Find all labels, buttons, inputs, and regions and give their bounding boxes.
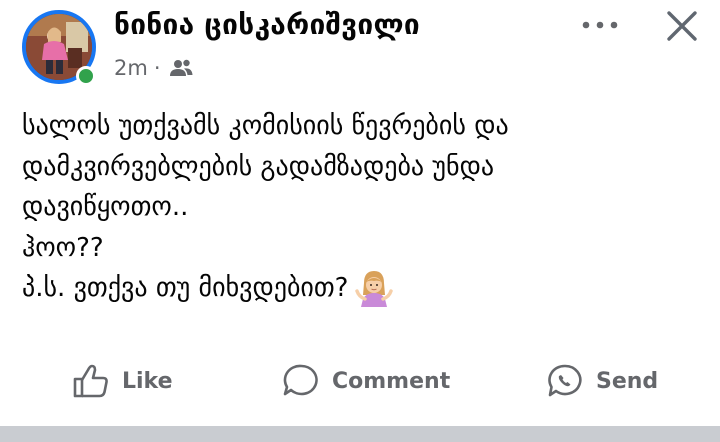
online-status-indicator (76, 66, 96, 86)
comment-button[interactable]: Comment (282, 354, 450, 408)
post-text-last-line: პ.ს. ვთქვა თუ მიხვდებით? (22, 268, 702, 309)
messenger-send-icon (548, 364, 582, 397)
friends-icon (169, 59, 193, 76)
more-options-icon[interactable] (578, 12, 622, 38)
thumbs-up-icon (73, 364, 108, 398)
meta-separator: · (153, 56, 161, 80)
post-text-line: სალოს უთქვამს კომისიის წევრების და (22, 111, 509, 141)
post-text-line: დამკვირვებლების გადამზადება უნდა (22, 151, 495, 182)
post-text: სალოს უთქვამს კომისიის წევრების და დამკვ… (22, 106, 702, 309)
author-name[interactable]: ნინია ცისკარიშვილი (114, 8, 420, 41)
post-meta: 2m · (114, 56, 193, 80)
woman-shrugging-emoji (354, 271, 393, 308)
post-text-line: დავიწყოთო.. (22, 192, 189, 222)
send-button[interactable]: Send (546, 354, 658, 408)
post-header: ნინია ცისკარიშვილი 2m · (0, 0, 720, 100)
post-text-line: ჰოო?? (22, 232, 104, 263)
send-label: Send (596, 368, 659, 394)
close-icon[interactable] (662, 6, 702, 46)
post-text-line: პ.ს. ვთქვა თუ მიხვდებით? (22, 273, 349, 303)
post-actions: Like Comment Send (0, 354, 720, 408)
comment-label: Comment (332, 368, 451, 394)
feed-divider (0, 426, 720, 442)
avatar[interactable] (22, 10, 96, 86)
comment-icon (283, 364, 318, 396)
post-time[interactable]: 2m (114, 56, 148, 80)
like-label: Like (122, 368, 173, 394)
like-button[interactable]: Like (72, 354, 173, 408)
